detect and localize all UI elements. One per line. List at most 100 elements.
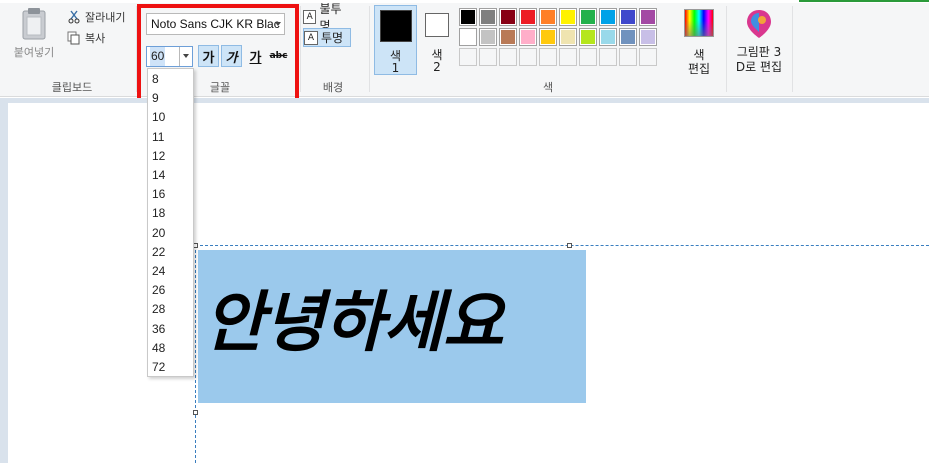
palette-swatch[interactable]: [619, 28, 637, 46]
font-size-value: 60: [150, 47, 166, 66]
copy-icon: [66, 30, 82, 46]
italic-button[interactable]: 가: [221, 45, 242, 67]
palette-swatch[interactable]: [519, 28, 537, 46]
edit-colors-button[interactable]: 색 편집: [680, 5, 718, 76]
text-opaque-icon: A: [303, 9, 317, 24]
color-1-swatch: [380, 10, 412, 42]
font-size-option[interactable]: 28: [152, 300, 165, 319]
font-size-option[interactable]: 36: [152, 320, 165, 339]
font-size-select[interactable]: 60: [146, 46, 193, 67]
color-1-button[interactable]: 색 1: [374, 5, 417, 75]
palette-swatch-fill: [601, 10, 615, 24]
palette-swatch-fill: [461, 10, 475, 24]
font-size-option[interactable]: 72: [152, 358, 165, 376]
cut-button[interactable]: 잘라내기: [66, 8, 125, 26]
font-family-select[interactable]: Noto Sans CJK KR Blac: [146, 13, 285, 35]
palette-swatch[interactable]: [619, 8, 637, 26]
palette-swatch-fill: [581, 10, 595, 24]
font-size-option[interactable]: 14: [152, 166, 165, 185]
custom-color-slot[interactable]: [499, 48, 517, 66]
strikethrough-button[interactable]: abc: [268, 45, 289, 67]
cut-label: 잘라내기: [85, 11, 126, 24]
font-size-option[interactable]: 24: [152, 262, 165, 281]
palette-swatch[interactable]: [459, 8, 477, 26]
font-size-option[interactable]: 8: [152, 70, 159, 89]
color-2-button[interactable]: 색 2: [420, 5, 454, 75]
palette-swatch[interactable]: [519, 8, 537, 26]
palette-swatch-fill: [601, 30, 615, 44]
font-size-option[interactable]: 48: [152, 339, 165, 358]
color-2-swatch: [425, 13, 449, 37]
canvas-text[interactable]: 안녕하세요: [198, 263, 586, 383]
window-accent-line: [799, 0, 929, 2]
palette-swatch-fill: [561, 30, 575, 44]
palette-swatch[interactable]: [639, 8, 657, 26]
palette-swatch-fill: [521, 30, 535, 44]
palette-row: [459, 28, 679, 46]
font-size-option[interactable]: 12: [152, 147, 165, 166]
group-separator: [369, 6, 370, 92]
palette-swatch[interactable]: [639, 28, 657, 46]
palette-swatch[interactable]: [599, 28, 617, 46]
font-size-option[interactable]: 11: [152, 128, 164, 147]
opaque-background-button[interactable]: A 불투명: [303, 2, 351, 33]
palette-swatch[interactable]: [499, 8, 517, 26]
palette-swatch[interactable]: [599, 8, 617, 26]
custom-color-slot[interactable]: [559, 48, 577, 66]
custom-color-slot[interactable]: [639, 48, 657, 66]
palette-swatch-fill: [461, 30, 475, 44]
palette-swatch[interactable]: [579, 28, 597, 46]
font-size-option[interactable]: 10: [152, 108, 165, 127]
palette-swatch-fill: [501, 10, 515, 24]
resize-handle[interactable]: [567, 243, 572, 248]
palette-swatch[interactable]: [559, 28, 577, 46]
custom-color-slot[interactable]: [619, 48, 637, 66]
palette-swatch[interactable]: [539, 28, 557, 46]
group-separator: [726, 6, 727, 92]
edit-with-paint3d-button[interactable]: 그림판 3 D로 편집: [731, 5, 787, 75]
palette-swatch[interactable]: [479, 28, 497, 46]
clipboard-icon: [22, 8, 46, 40]
copy-button[interactable]: 복사: [66, 29, 105, 47]
palette-swatch[interactable]: [559, 8, 577, 26]
font-size-option[interactable]: 20: [152, 224, 165, 243]
palette-row: [459, 8, 679, 26]
palette-row-custom: [459, 48, 679, 66]
font-size-option[interactable]: 18: [152, 204, 165, 223]
color-1-number: 1: [391, 61, 400, 75]
custom-color-slot[interactable]: [579, 48, 597, 66]
font-size-dropdown-button[interactable]: [179, 47, 192, 66]
palette-swatch-fill: [501, 30, 515, 44]
font-size-option[interactable]: 22: [152, 243, 165, 262]
transparent-background-button[interactable]: A 투명: [303, 28, 351, 47]
palette-swatch[interactable]: [579, 8, 597, 26]
custom-color-slot[interactable]: [519, 48, 537, 66]
font-size-option[interactable]: 16: [152, 185, 165, 204]
font-family-value: Noto Sans CJK KR Blac: [151, 17, 280, 31]
font-size-dropdown-list: 8 9 10 11 12 14 16 18 20 22 24 26 28 36 48 72: [147, 68, 194, 377]
palette-swatch-fill: [561, 10, 575, 24]
paint3d-label-2: D로 편집: [735, 60, 783, 74]
custom-color-slot[interactable]: [539, 48, 557, 66]
custom-color-slot[interactable]: [599, 48, 617, 66]
palette-swatch[interactable]: [539, 8, 557, 26]
bold-button[interactable]: 가: [198, 45, 219, 67]
palette-swatch[interactable]: [459, 28, 477, 46]
paste-button[interactable]: 붙여넣기: [8, 6, 60, 62]
font-size-option[interactable]: 9: [152, 89, 159, 108]
color-spectrum-icon: [684, 9, 714, 37]
underline-button[interactable]: 가: [245, 45, 266, 67]
paint3d-icon: [747, 10, 771, 38]
palette-swatch[interactable]: [479, 8, 497, 26]
color-palette: [459, 8, 679, 68]
custom-color-slot[interactable]: [459, 48, 477, 66]
edit-colors-label-2: 편집: [687, 62, 711, 76]
font-size-option[interactable]: 26: [152, 281, 165, 300]
ribbon-top-line: [0, 0, 929, 3]
colors-group-label: 색: [542, 81, 554, 94]
palette-swatch[interactable]: [499, 28, 517, 46]
custom-color-slot[interactable]: [479, 48, 497, 66]
ribbon: 붙여넣기 잘라내기 복사 클립보드 Noto Sans CJK KR Blac …: [0, 0, 929, 97]
resize-handle[interactable]: [193, 410, 198, 415]
font-group-label: 글꼴: [209, 81, 231, 94]
